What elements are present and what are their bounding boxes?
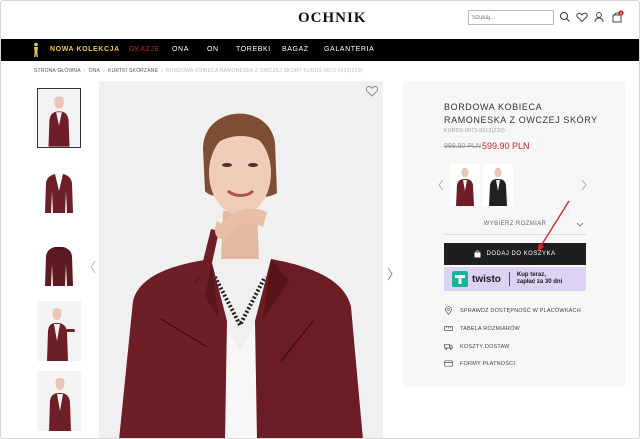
info-label-payment: FORMY PŁATNOŚCI xyxy=(460,360,516,367)
nav-item-on[interactable]: ON xyxy=(207,46,219,53)
info-row-payment[interactable]: FORMY PŁATNOŚCI xyxy=(444,359,515,368)
mascot-figure-icon[interactable] xyxy=(31,42,41,58)
chevron-down-icon xyxy=(576,222,584,227)
nav-item-okazje[interactable]: OKAZJE xyxy=(129,46,160,53)
info-row-size-chart[interactable]: TABELA ROZMIARÓW xyxy=(444,324,520,333)
nav-item-nowa-kolekcja[interactable]: NOWA KOLEKCJA xyxy=(50,46,120,53)
info-row-availability[interactable]: SPRAWDŹ DOSTĘPNOŚĆ W PLACÓWKACH xyxy=(444,306,581,315)
ruler-icon xyxy=(444,326,453,331)
nav-item-bagaz[interactable]: BAGAŻ xyxy=(282,46,309,53)
twisto-name: twisto xyxy=(472,273,501,285)
main-product-photo[interactable] xyxy=(99,81,383,438)
card-icon xyxy=(444,360,453,367)
add-to-cart-button[interactable]: DODAJ DO KOSZYKA xyxy=(444,243,586,265)
site-header: OCHNIK 0 xyxy=(1,1,639,39)
browser-frame: OCHNIK 0 NOWA KOLEKCJA OKAZJE ONA ON TOR… xyxy=(0,0,640,439)
info-label-size-chart: TABELA ROZMIARÓW xyxy=(460,325,520,332)
color-swatch-black[interactable] xyxy=(483,164,513,206)
main-nav: NOWA KOLEKCJA OKAZJE ONA ON TOREBKI BAGA… xyxy=(1,39,639,61)
gallery-next-arrow-icon[interactable] xyxy=(386,267,394,281)
truck-icon xyxy=(444,344,453,350)
nav-item-galanteria[interactable]: GALANTERIA xyxy=(324,46,374,53)
breadcrumb-ona[interactable]: ONA xyxy=(89,68,100,74)
breadcrumb-home[interactable]: STRONA GŁÓWNA xyxy=(34,68,81,74)
account-user-icon[interactable] xyxy=(592,10,606,24)
gallery-prev-arrow-icon[interactable] xyxy=(89,260,97,274)
breadcrumb-kurtki[interactable]: KURTKI SKÓRZANE xyxy=(108,68,158,74)
swatch-next-arrow-icon[interactable] xyxy=(580,179,588,191)
add-to-cart-label: DODAJ DO KOSZYKA xyxy=(486,251,556,257)
twisto-logo-icon xyxy=(452,271,468,287)
thumbnail-2[interactable] xyxy=(37,161,81,221)
nav-item-torebki[interactable]: TOREBKI xyxy=(236,46,271,53)
twisto-line-2: zapłać za 30 dni xyxy=(516,279,563,285)
breadcrumb: STRONA GŁÓWNA › ONA › KURTKI SKÓRZANE › BORDOW… xyxy=(34,68,363,74)
search-icon[interactable] xyxy=(558,10,572,24)
site-logo[interactable]: OCHNIK xyxy=(298,10,367,27)
search-input[interactable] xyxy=(468,10,554,25)
info-row-shipping[interactable]: KOSZTY DOSTAW xyxy=(444,342,510,351)
current-price: 599.90 PLN xyxy=(482,141,530,151)
twisto-banner[interactable]: twisto Kup teraz, zapłać za 30 dni xyxy=(444,267,586,291)
favorite-heart-icon[interactable] xyxy=(365,85,379,97)
thumbnail-1[interactable] xyxy=(37,88,81,148)
thumbnail-3[interactable] xyxy=(37,234,81,294)
wishlist-heart-icon[interactable] xyxy=(575,10,589,24)
color-swatch-burgundy[interactable] xyxy=(450,164,480,206)
size-select-label: WYBIERZ ROZMIAR xyxy=(483,221,547,227)
breadcrumb-current: BORDOWA KOBIECA RAMONESKA Z OWCZEJ SKÓRY… xyxy=(165,68,363,74)
thumbnail-5[interactable] xyxy=(37,371,81,431)
cart-bag-icon[interactable]: 0 xyxy=(610,10,624,24)
cart-count: 0 xyxy=(620,11,622,15)
old-price: 999.90 PLN xyxy=(444,143,481,150)
thumbnail-4[interactable] xyxy=(37,301,81,361)
product-sku: KURDS-0073-5613(Z20) xyxy=(444,128,506,134)
twisto-line-1: Kup teraz, xyxy=(516,272,546,278)
nav-item-ona[interactable]: ONA xyxy=(172,46,189,53)
info-label-shipping: KOSZTY DOSTAW xyxy=(460,343,510,350)
location-icon xyxy=(445,306,452,315)
swatch-prev-arrow-icon[interactable] xyxy=(437,179,445,191)
info-label-availability: SPRAWDŹ DOSTĘPNOŚĆ W PLACÓWKACH xyxy=(460,307,581,314)
bag-icon xyxy=(474,250,481,258)
size-select[interactable]: WYBIERZ ROZMIAR xyxy=(444,214,586,235)
product-title: BORDOWA KOBIECA RAMONESKA Z OWCZEJ SKÓRY xyxy=(444,102,598,125)
